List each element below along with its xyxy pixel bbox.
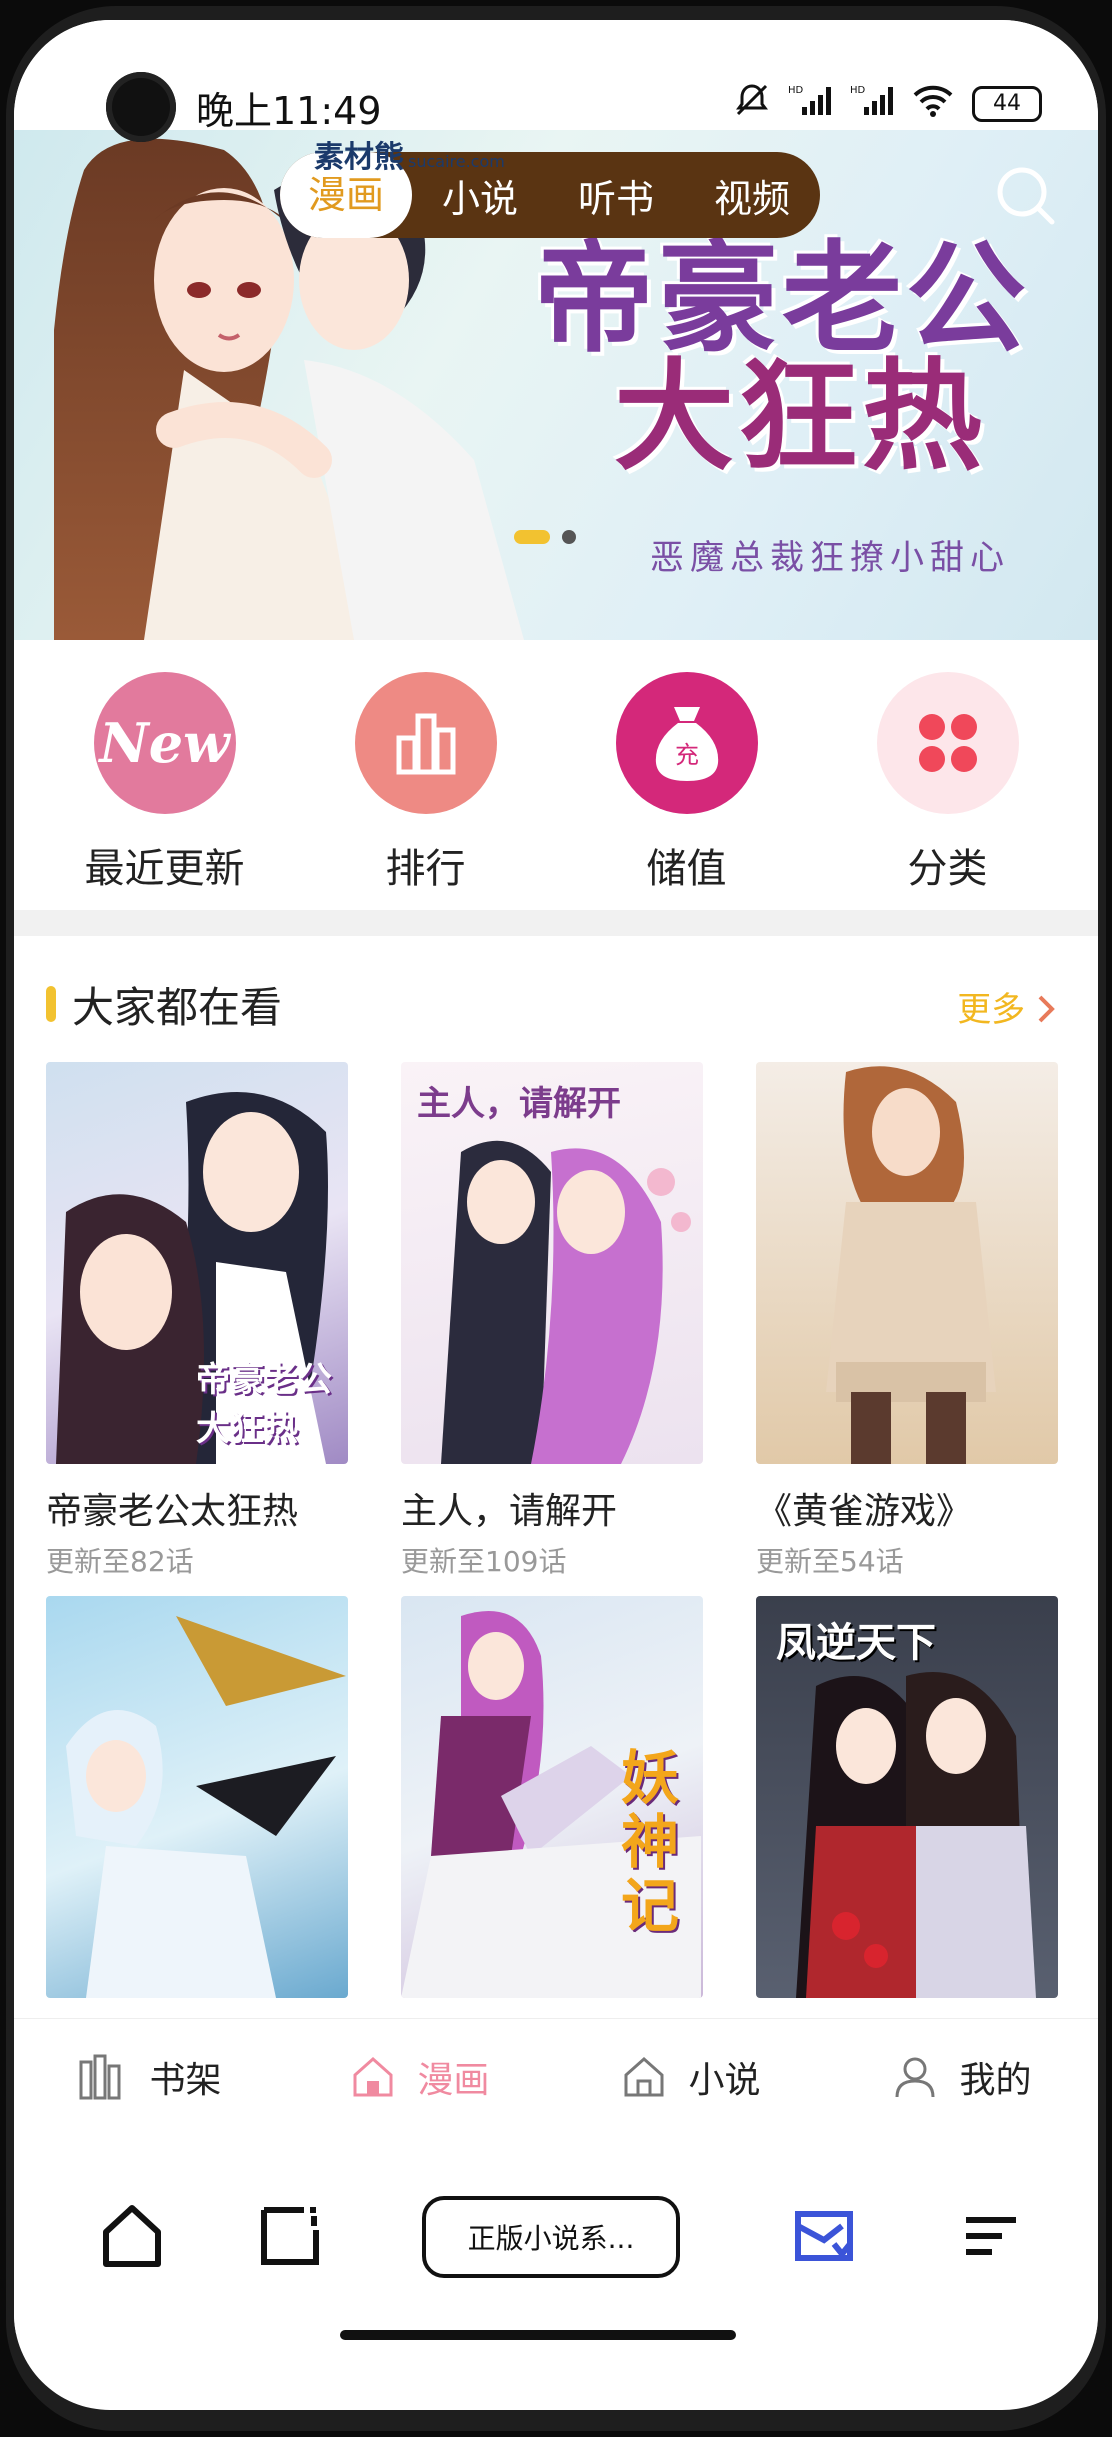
quick-nav-label: 排行 — [385, 846, 466, 892]
new-badge-text: New — [99, 711, 230, 775]
comic-cover: 妖神记 — [401, 1596, 703, 1998]
section-accent-bar — [46, 986, 56, 1022]
gesture-home-bar[interactable] — [340, 2330, 736, 2340]
tab-profile[interactable]: 我的 — [827, 2051, 1098, 2103]
comic-update: 更新至82话 — [46, 1545, 194, 1578]
quick-nav-topup[interactable]: 充 储值 — [567, 640, 807, 910]
user-icon — [895, 2057, 935, 2098]
tab-label: 小说 — [688, 2060, 761, 2101]
browser-tabs-button[interactable] — [250, 2196, 330, 2276]
svg-text:HD: HD — [850, 85, 866, 96]
quick-nav-label: 最近更新 — [84, 846, 245, 892]
comic-cover: 主人，请解开 — [401, 1062, 703, 1464]
tab-label: 漫画 — [417, 2060, 490, 2101]
battery-icon: 44 — [972, 86, 1042, 122]
wifi-icon — [912, 83, 954, 125]
grid-four-icon — [876, 672, 1019, 814]
comic-update: 更新至109话 — [401, 1545, 567, 1578]
quick-nav-recent[interactable]: New 最近更新 — [45, 640, 285, 910]
tabs-icon — [261, 2207, 319, 2265]
comic-card[interactable]: 《黄雀游戏》 更新至54话 — [756, 1062, 1058, 1580]
section-title: 大家都在看 — [72, 983, 283, 1032]
quick-nav-category[interactable]: 分类 — [828, 640, 1068, 910]
more-label: 更多 — [957, 990, 1026, 1030]
tab-label: 我的 — [959, 2060, 1032, 2101]
signal-icon: HD — [788, 83, 832, 125]
comic-cover — [756, 1062, 1058, 1464]
comic-cover: 凤逆天下 — [756, 1596, 1058, 1998]
screen: 晚上11:49 HD HD 44 帝豪老公 大狂热 恶魔总裁狂撩小甜心 素材熊 … — [14, 20, 1098, 2410]
comic-card[interactable]: 凤逆天下 — [756, 1596, 1058, 2016]
quick-nav: New 最近更新 排行 充 储值 分类 — [14, 640, 1098, 910]
bar-chart-icon — [354, 672, 497, 814]
download-inbox-icon — [795, 2211, 853, 2261]
pagination-dot-active — [514, 530, 550, 544]
comic-update: 更新至54话 — [756, 1545, 904, 1578]
comic-title: 《黄雀游戏》 — [756, 1491, 973, 1532]
comic-card[interactable]: 帝豪老公大狂热 帝豪老公太狂热 更新至82话 — [46, 1062, 348, 1580]
quick-nav-label: 分类 — [907, 846, 988, 892]
quick-nav-label: 储值 — [646, 846, 727, 892]
status-icons: HD HD 44 — [734, 82, 1042, 126]
phone-frame: 晚上11:49 HD HD 44 帝豪老公 大狂热 恶魔总裁狂撩小甜心 素材熊 … — [0, 0, 1112, 2437]
banner-subtitle: 恶魔总裁狂撩小甜心 — [650, 538, 1010, 578]
tab-bookshelf[interactable]: 书架 — [14, 2051, 285, 2103]
browser-toolbar: 正版小说系... — [14, 2134, 1098, 2334]
section-header: 大家都在看 更多 — [46, 960, 1066, 1050]
search-icon — [997, 167, 1055, 225]
more-link[interactable]: 更多 — [957, 982, 1058, 1031]
status-time: 晚上11:49 — [196, 89, 382, 133]
comic-cover-text: 帝豪老公大狂热 — [196, 1360, 332, 1449]
comic-cover-text: 主人，请解开 — [417, 1084, 621, 1124]
comic-card[interactable]: 主人，请解开 主人，请解开 更新至109话 — [401, 1062, 703, 1580]
address-bar[interactable]: 正版小说系... — [422, 2196, 680, 2278]
money-bag-icon: 充 — [615, 672, 758, 814]
new-badge-icon: New — [93, 672, 236, 814]
tab-label: 书架 — [149, 2060, 222, 2101]
chevron-right-icon — [1038, 995, 1055, 1023]
svg-text:充: 充 — [675, 741, 699, 769]
home-outline-icon — [103, 2205, 161, 2267]
comic-cover: 帝豪老公大狂热 — [46, 1062, 348, 1464]
search-button[interactable] — [990, 160, 1060, 230]
comic-cover-text: 凤逆天下 — [776, 1619, 936, 1666]
browser-menu-button[interactable] — [952, 2196, 1032, 2276]
quick-nav-ranking[interactable]: 排行 — [306, 640, 546, 910]
section-divider — [14, 910, 1098, 936]
watermark-domain: sucaire.com — [408, 152, 505, 171]
menu-icon — [966, 2217, 1016, 2255]
tab-novels-bottom[interactable]: 小说 — [556, 2051, 827, 2103]
home-icon — [353, 2056, 393, 2097]
comic-cover-text: 妖神记 — [621, 1744, 680, 1940]
comic-title: 主人，请解开 — [401, 1491, 618, 1532]
watermark-brand: 素材熊 — [314, 140, 404, 175]
tab-comics-bottom[interactable]: 漫画 — [285, 2051, 556, 2103]
comic-card[interactable] — [46, 1596, 348, 2016]
tab-videos[interactable]: 视频 — [684, 168, 820, 223]
bottom-tab-bar: 书架 漫画 小说 我的 — [14, 2018, 1098, 2135]
status-bar: 晚上11:49 HD HD 44 — [14, 20, 1098, 142]
banner-title: 帝豪老公 大狂热 — [534, 239, 1030, 487]
tab-audiobooks[interactable]: 听书 — [548, 168, 684, 223]
signal-icon-2: HD — [850, 83, 894, 125]
bookshelf-icon — [79, 2054, 121, 2100]
watermark: 素材熊 sucaire.com — [314, 132, 505, 176]
comic-title: 帝豪老公太狂热 — [46, 1491, 299, 1532]
comic-cover — [46, 1596, 348, 1998]
banner-pagination — [514, 530, 576, 544]
browser-downloads-button[interactable] — [784, 2196, 864, 2276]
svg-text:HD: HD — [788, 85, 804, 96]
front-camera — [106, 72, 176, 142]
pagination-dot — [562, 530, 576, 544]
banner-title-line2: 大狂热 — [614, 346, 986, 487]
mute-bell-icon — [734, 82, 770, 126]
house-icon — [624, 2056, 664, 2097]
browser-home-button[interactable] — [92, 2196, 172, 2276]
comic-card[interactable]: 妖神记 — [401, 1596, 703, 2016]
